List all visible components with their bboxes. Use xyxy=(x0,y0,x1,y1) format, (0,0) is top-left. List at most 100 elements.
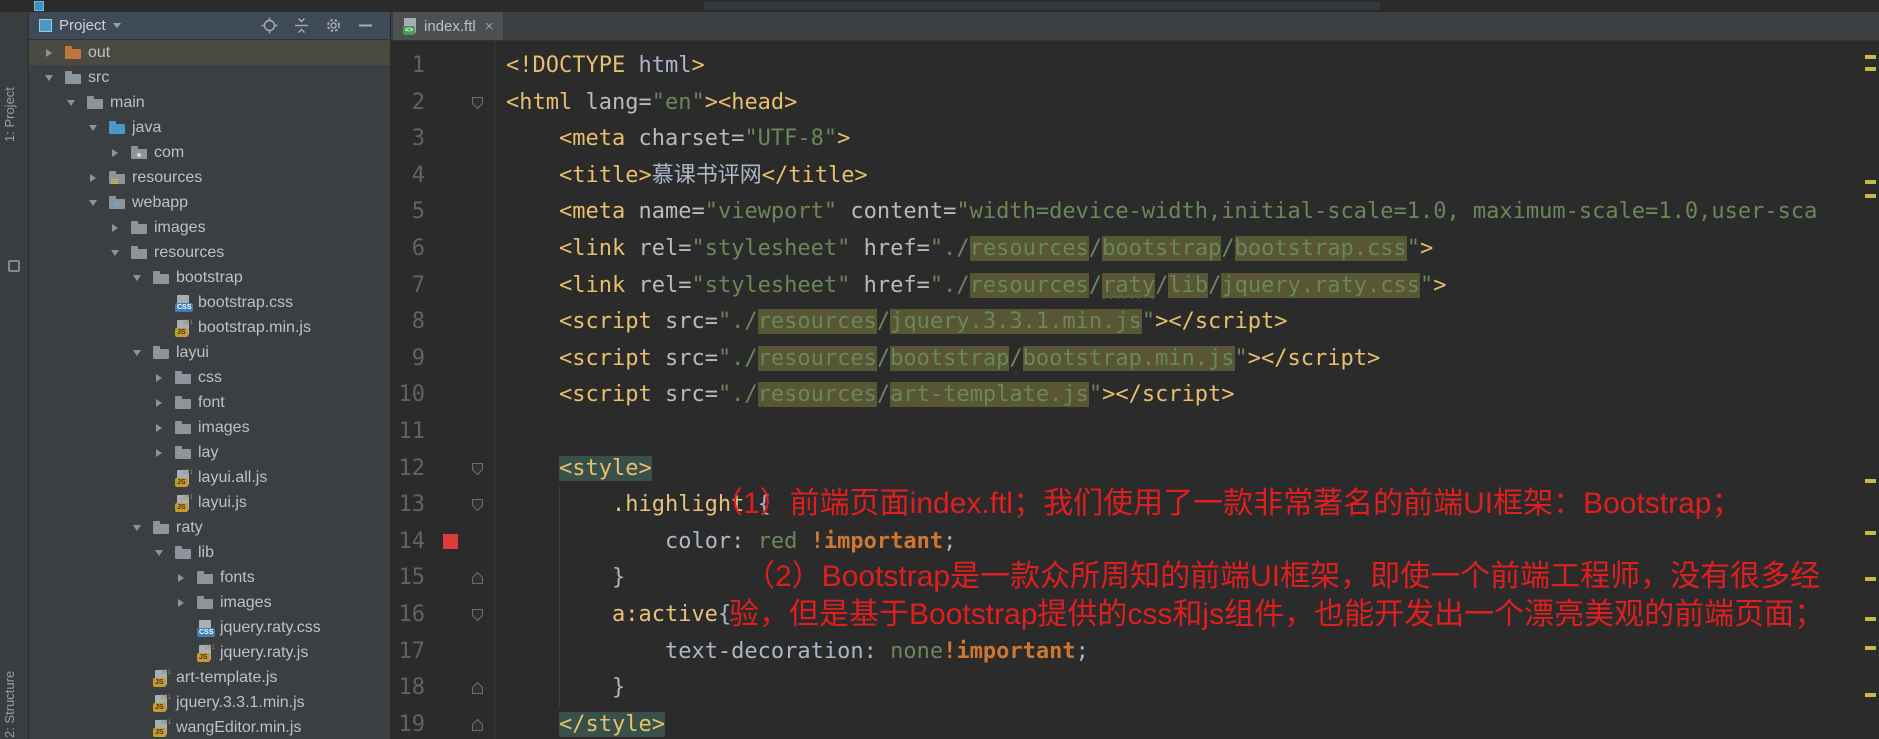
chevron-expanded-icon[interactable] xyxy=(131,524,143,531)
tree-item-jquery-3-3-1-min-js[interactable]: 101 JS jquery.3.3.1.min.js xyxy=(29,690,390,715)
code-line-4[interactable]: 4 <title>慕课书评网</title> xyxy=(391,158,1879,195)
error-stripe-mark[interactable] xyxy=(1865,55,1876,59)
tree-item-images[interactable]: images xyxy=(29,415,390,440)
fold-marker-up[interactable] xyxy=(471,681,484,695)
tool-stripe-icon[interactable] xyxy=(8,260,20,272)
chevron-expanded-icon[interactable] xyxy=(87,124,99,131)
fold-marker-down[interactable] xyxy=(471,498,484,512)
tree-item-art-template-js[interactable]: 101 JS art-template.js xyxy=(29,665,390,690)
code-line-1[interactable]: 1 <!DOCTYPE html> xyxy=(391,48,1879,85)
hide-panel-icon[interactable] xyxy=(357,17,374,34)
code-line-12[interactable]: 12 <style> xyxy=(391,451,1879,488)
chevron-collapsed-icon[interactable] xyxy=(109,223,121,232)
tree-item-resources[interactable]: resources xyxy=(29,165,390,190)
tool-window-button-structure[interactable]: 2: Structure xyxy=(2,612,26,738)
error-stripe-mark[interactable] xyxy=(1865,194,1876,198)
tab-index-ftl[interactable]: <> index.ftl × xyxy=(393,12,504,40)
chevron-expanded-icon[interactable] xyxy=(87,199,99,206)
tree-item-main[interactable]: main xyxy=(29,90,390,115)
chevron-collapsed-icon[interactable] xyxy=(153,373,165,382)
fold-marker-down[interactable] xyxy=(471,96,484,110)
code-line-2[interactable]: 2 <html lang="en"><head> xyxy=(391,85,1879,122)
code-line-14[interactable]: 14 color: red !important; xyxy=(391,524,1879,561)
chevron-collapsed-icon[interactable] xyxy=(109,148,121,157)
code-line-18[interactable]: 18 } xyxy=(391,670,1879,707)
locate-icon[interactable] xyxy=(261,17,278,34)
tree-item-lay[interactable]: lay xyxy=(29,440,390,465)
code-line-11[interactable]: 11 xyxy=(391,414,1879,451)
tree-item-css[interactable]: css xyxy=(29,365,390,390)
tree-item-java[interactable]: java xyxy=(29,115,390,140)
tree-item-raty[interactable]: raty xyxy=(29,515,390,540)
error-stripe-mark[interactable] xyxy=(1865,67,1876,71)
chevron-collapsed-icon[interactable] xyxy=(43,48,55,57)
folder-icon xyxy=(175,420,192,436)
editor-tab-bar: <> index.ftl × xyxy=(391,12,1879,41)
code-line-3[interactable]: 3 <meta charset="UTF-8"> xyxy=(391,121,1879,158)
tree-item-images[interactable]: images xyxy=(29,590,390,615)
chevron-collapsed-icon[interactable] xyxy=(153,423,165,432)
code-line-5[interactable]: 5 <meta name="viewport" content="width=d… xyxy=(391,194,1879,231)
error-stripe-mark[interactable] xyxy=(1865,180,1876,184)
tree-item-wangeditor-min-js[interactable]: 101 JS wangEditor.min.js xyxy=(29,715,390,739)
fold-marker-up[interactable] xyxy=(471,571,484,585)
chevron-collapsed-icon[interactable] xyxy=(153,448,165,457)
code-text: <!DOCTYPE html> xyxy=(506,53,705,78)
tree-item-src[interactable]: src xyxy=(29,65,390,90)
error-stripe-mark[interactable] xyxy=(1865,531,1876,535)
chevron-collapsed-icon[interactable] xyxy=(153,398,165,407)
code-editor[interactable]: 1 <!DOCTYPE html> 2 <html lang="en"><head> 3… xyxy=(391,40,1879,739)
error-stripe-mark[interactable] xyxy=(1865,646,1876,650)
tree-item-lib[interactable]: lib xyxy=(29,540,390,565)
tree-item-bootstrap-min-js[interactable]: 101 JS bootstrap.min.js xyxy=(29,315,390,340)
css-color-swatch[interactable] xyxy=(443,533,458,549)
tree-item-fonts[interactable]: fonts xyxy=(29,565,390,590)
error-stripe-mark[interactable] xyxy=(1865,479,1876,483)
code-line-19[interactable]: 19 </style> xyxy=(391,707,1879,739)
code-line-10[interactable]: 10 <script src="./resources/art-template… xyxy=(391,377,1879,414)
tree-item-jquery-raty-css[interactable]: CSS jquery.raty.css xyxy=(29,615,390,640)
chevron-collapsed-icon[interactable] xyxy=(175,598,187,607)
settings-gear-icon[interactable] xyxy=(325,17,342,34)
tree-item-jquery-raty-js[interactable]: 101 JS jquery.raty.js xyxy=(29,640,390,665)
project-panel-header[interactable]: Project xyxy=(29,12,390,40)
error-stripe-mark[interactable] xyxy=(1865,617,1876,621)
folder-icon xyxy=(197,595,214,611)
chevron-down-icon[interactable] xyxy=(112,23,121,28)
tool-window-button-project[interactable]: 1: Project xyxy=(2,56,26,142)
fold-marker-up[interactable] xyxy=(471,718,484,732)
code-line-8[interactable]: 8 <script src="./resources/jquery.3.3.1.… xyxy=(391,304,1879,341)
tree-item-bootstrap[interactable]: bootstrap xyxy=(29,265,390,290)
code-line-6[interactable]: 6 <link rel="stylesheet" href="./resourc… xyxy=(391,231,1879,268)
chevron-collapsed-icon[interactable] xyxy=(175,573,187,582)
tree-item-bootstrap-css[interactable]: CSS bootstrap.css xyxy=(29,290,390,315)
chevron-collapsed-icon[interactable] xyxy=(87,173,99,182)
chevron-expanded-icon[interactable] xyxy=(65,99,77,106)
code-line-7[interactable]: 7 <link rel="stylesheet" href="./resourc… xyxy=(391,268,1879,305)
error-stripe-mark[interactable] xyxy=(1865,693,1876,697)
tree-item-layui-js[interactable]: 101 JS layui.js xyxy=(29,490,390,515)
tree-item-out[interactable]: out xyxy=(29,40,390,65)
chevron-expanded-icon[interactable] xyxy=(131,349,143,356)
tree-item-webapp[interactable]: webapp xyxy=(29,190,390,215)
tree-item-resources[interactable]: resources xyxy=(29,240,390,265)
collapse-all-icon[interactable] xyxy=(293,17,310,34)
fold-marker-down[interactable] xyxy=(471,608,484,622)
code-line-9[interactable]: 9 <script src="./resources/bootstrap/boo… xyxy=(391,341,1879,378)
tree-item-images[interactable]: images xyxy=(29,215,390,240)
fold-marker-down[interactable] xyxy=(471,462,484,476)
code-line-17[interactable]: 17 text-decoration: none!important; xyxy=(391,634,1879,671)
tree-item-layui-all-js[interactable]: 101 JS layui.all.js xyxy=(29,465,390,490)
code-text: <html lang="en"><head> xyxy=(506,89,798,115)
tree-item-font[interactable]: font xyxy=(29,390,390,415)
tree-item-layui[interactable]: layui xyxy=(29,340,390,365)
folder-icon xyxy=(153,520,170,536)
chevron-expanded-icon[interactable] xyxy=(43,74,55,81)
tree-item-label: main xyxy=(110,93,145,111)
chevron-expanded-icon[interactable] xyxy=(131,274,143,281)
close-icon[interactable]: × xyxy=(485,18,494,35)
chevron-expanded-icon[interactable] xyxy=(109,249,121,256)
chevron-expanded-icon[interactable] xyxy=(153,549,165,556)
error-stripe-mark[interactable] xyxy=(1865,577,1876,581)
tree-item-com[interactable]: com xyxy=(29,140,390,165)
